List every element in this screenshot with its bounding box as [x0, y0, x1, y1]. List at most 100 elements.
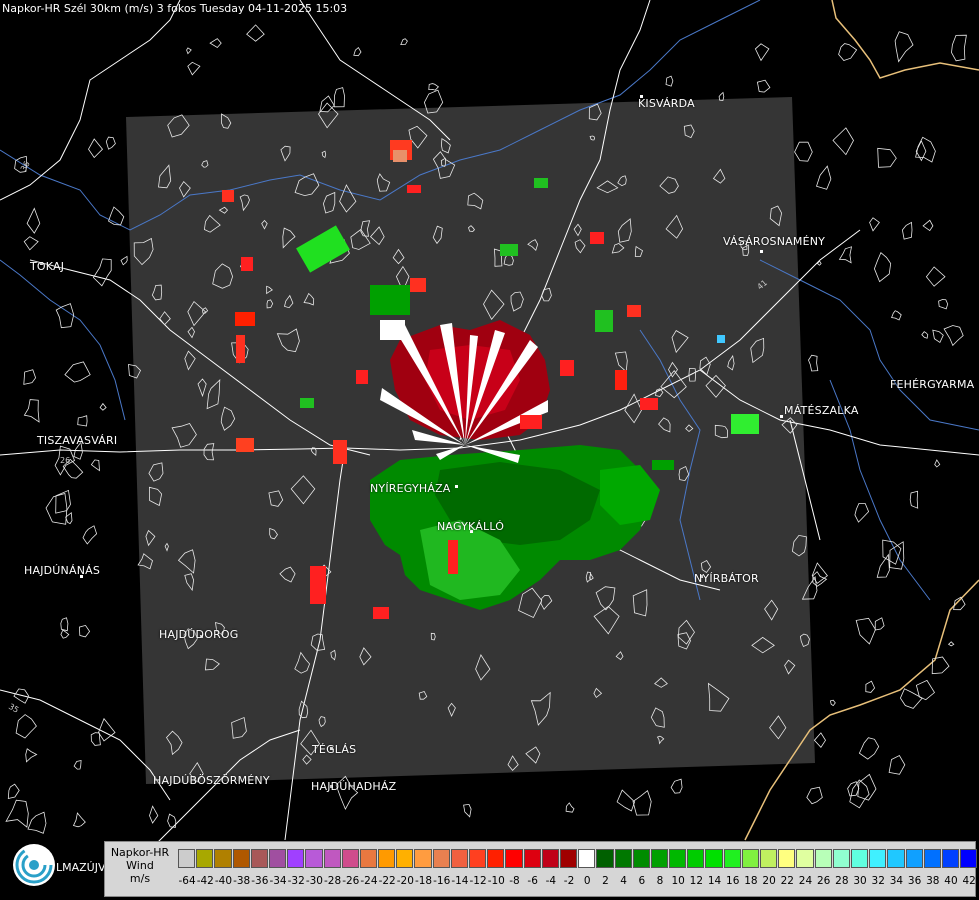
city-label-mateszalka: MÁTÉSZALKA: [784, 404, 859, 417]
legend-tick-label: 12: [689, 875, 704, 887]
echo-cell: [520, 415, 542, 429]
settlement-outline: [849, 779, 870, 809]
city-label-teglas: TÉGLÁS: [312, 743, 357, 756]
echo-cell: [222, 190, 234, 202]
legend-swatch: [941, 849, 960, 868]
map-canvas: 36 26 41 35: [0, 0, 979, 871]
settlement-outline: [7, 783, 20, 800]
legend-swatch: [578, 849, 596, 868]
legend-tick-label: 42: [962, 875, 976, 887]
settlement-outline: [72, 812, 86, 828]
settlement-outline: [353, 46, 362, 57]
legend-tick-label: 28: [835, 875, 849, 887]
echo-cell: [333, 440, 347, 464]
legend-tick-label: 16: [726, 875, 740, 887]
legend-swatch: [523, 849, 541, 868]
legend-tick-label: 40: [944, 875, 958, 887]
settlement-outline: [26, 207, 41, 234]
echo-cell: [236, 438, 254, 452]
settlement-outline: [925, 266, 946, 287]
settlement-outline: [932, 329, 944, 343]
settlement-outline: [60, 617, 69, 632]
legend-swatch: [960, 849, 978, 868]
settlement-outline: [670, 778, 683, 794]
legend-swatch: [741, 849, 759, 868]
settlement-outline: [616, 789, 636, 812]
legend-swatch: [669, 849, 687, 868]
legend-swatch: [196, 849, 214, 868]
legend-swatch: [378, 849, 396, 868]
legend-swatch: [178, 849, 196, 868]
settlement-outline: [874, 617, 885, 631]
legend-tick-label: -4: [545, 875, 557, 887]
wind-legend: Napkor-HR Wind m/s -64 -42 -40 -38 -36 -34 -32…: [104, 841, 978, 897]
settlement-outline: [894, 31, 914, 63]
legend-swatch: [450, 849, 468, 868]
road-number-26: 26: [60, 456, 70, 465]
settlement-outline: [829, 699, 836, 707]
settlement-outline: [78, 624, 91, 638]
city-label-hajduboszormeny: HAJDÚBÖSZÖRMÉNY: [153, 774, 270, 787]
legend-tick-label: -64: [178, 875, 196, 887]
echo-cell: [595, 310, 613, 332]
echo-cell: [236, 335, 245, 363]
legend-swatch: [832, 849, 850, 868]
settlement-outline: [13, 688, 30, 704]
settlement-outline: [333, 87, 345, 108]
legend-tick-label: -38: [233, 875, 251, 887]
settlement-outline: [877, 147, 897, 168]
legend-tick-label: -14: [451, 875, 469, 887]
settlement-outline: [815, 165, 832, 190]
echo-cell: [615, 370, 627, 390]
settlement-outline: [90, 732, 101, 746]
legend-tick-label: 22: [780, 875, 794, 887]
echo-cell: [627, 305, 641, 317]
settlement-outline: [813, 732, 826, 748]
legend-tick-label: 34: [889, 875, 904, 887]
echo-cell: [640, 398, 658, 410]
legend-tick-label: -32: [287, 875, 305, 887]
legend-tick-label: -16: [433, 875, 451, 887]
legend-tick-label: -6: [527, 875, 538, 887]
echo-cell: [731, 414, 759, 434]
echo-cell: [235, 312, 255, 326]
legend-swatch: [905, 849, 923, 868]
settlement-outline: [938, 299, 949, 310]
city-label-hajduhadhaz: HAJDÚHADHÁZ: [311, 780, 397, 793]
legend-swatch: [250, 849, 268, 868]
legend-tick-label: -18: [414, 875, 433, 887]
legend-tick-label: -22: [378, 875, 396, 887]
legend-swatch: [596, 849, 614, 868]
legend-swatch: [469, 849, 487, 868]
settlement-outline: [186, 47, 192, 55]
legend-tick-label: -2: [563, 875, 575, 887]
legend-swatch: [268, 849, 287, 868]
echo-cell: [448, 540, 458, 574]
echo-cell: [310, 566, 326, 604]
legend-tick-label: -34: [269, 875, 287, 887]
settlement-outline: [806, 786, 823, 805]
road-number-36: 36: [19, 160, 32, 173]
settlement-outline: [838, 43, 858, 61]
city-label-hajdunanas: HAJDÚNÁNÁS: [24, 564, 101, 577]
echo-cell: [300, 398, 314, 408]
settlement-outline: [812, 571, 828, 587]
legend-tick-label: 4: [620, 875, 627, 887]
settlement-outline: [23, 399, 40, 423]
legend-swatch: [723, 849, 741, 868]
legend-tick-label: 38: [926, 875, 940, 887]
settlement-outline: [832, 127, 854, 156]
legend-swatch: [232, 849, 250, 868]
legend-swatch: [850, 849, 869, 868]
legend-swatch: [396, 849, 414, 868]
legend-tick-label: 10: [671, 875, 685, 887]
legend-tick-label: -24: [360, 875, 378, 887]
settlement-outline: [889, 541, 905, 570]
settlement-outline: [90, 459, 100, 472]
legend-tick-label: -12: [469, 875, 487, 887]
legend-tick-label: 0: [583, 875, 591, 887]
legend-swatch: [760, 849, 778, 868]
settlement-outline: [23, 236, 39, 251]
settlement-outline: [888, 754, 906, 775]
country-border: [831, 0, 979, 79]
